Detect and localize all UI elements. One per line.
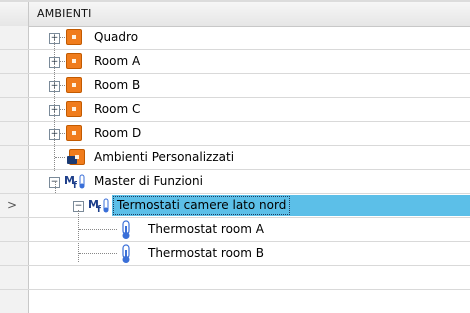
node-label[interactable]: Room C bbox=[94, 102, 140, 116]
row-header[interactable] bbox=[0, 170, 29, 193]
custom-room-icon bbox=[67, 149, 85, 165]
column-header-ambienti[interactable]: AMBIENTI bbox=[29, 2, 470, 27]
node-label[interactable]: Room A bbox=[94, 54, 140, 68]
room-icon bbox=[66, 101, 82, 117]
row-header[interactable] bbox=[0, 218, 29, 241]
grid-corner bbox=[0, 2, 29, 27]
node-label[interactable]: Master di Funzioni bbox=[94, 174, 203, 188]
thermostat-icon bbox=[122, 244, 130, 263]
row-header[interactable] bbox=[0, 74, 29, 97]
room-icon bbox=[66, 53, 82, 69]
tree-connector bbox=[55, 157, 65, 158]
row-header[interactable] bbox=[0, 242, 29, 265]
svg-text:f: f bbox=[97, 205, 101, 214]
row-pointer-icon: > bbox=[7, 198, 18, 212]
tree-row-master-di-funzioni[interactable]: − M f Master di Funzioni bbox=[0, 170, 470, 194]
tree-row-thermostat-room-b[interactable]: Thermostat room B bbox=[0, 242, 470, 266]
tree-row-quadro[interactable]: + Quadro bbox=[0, 26, 470, 50]
master-function-icon: M f bbox=[64, 174, 85, 190]
tree-connector bbox=[60, 37, 65, 38]
empty-row bbox=[0, 266, 470, 290]
tree-connector bbox=[79, 229, 117, 230]
room-icon bbox=[66, 77, 82, 93]
row-header[interactable] bbox=[0, 50, 29, 73]
tree-row-room-a[interactable]: + Room A bbox=[0, 50, 470, 74]
tree-grid: AMBIENTI + Quadro + Room A + Room B + Ro… bbox=[0, 0, 470, 313]
row-header[interactable] bbox=[0, 146, 29, 169]
node-label[interactable]: Room D bbox=[94, 126, 141, 140]
row-header bbox=[0, 266, 29, 289]
row-header[interactable] bbox=[0, 122, 29, 145]
node-label-selected[interactable]: Termostati camere lato nord bbox=[113, 196, 291, 215]
row-header[interactable]: > bbox=[0, 194, 29, 217]
column-header-label: AMBIENTI bbox=[37, 7, 92, 20]
tree-row-room-b[interactable]: + Room B bbox=[0, 74, 470, 98]
tree-connector bbox=[55, 181, 56, 193]
node-label[interactable]: Thermostat room A bbox=[148, 222, 264, 236]
tree-row-room-d[interactable]: + Room D bbox=[0, 122, 470, 146]
room-icon bbox=[66, 29, 82, 45]
thermostat-icon bbox=[122, 220, 130, 239]
tree-row-termostati-camere-lato-nord[interactable]: > − M f Termostati camere lato nord bbox=[0, 181, 470, 218]
node-label[interactable]: Thermostat room B bbox=[148, 246, 264, 260]
node-label[interactable]: Quadro bbox=[94, 30, 138, 44]
tree-connector bbox=[60, 61, 65, 62]
row-header[interactable] bbox=[0, 26, 29, 49]
node-label[interactable]: Ambienti Personalizzati bbox=[94, 150, 234, 164]
tree-connector bbox=[79, 253, 117, 254]
tree-connector bbox=[60, 133, 65, 134]
row-header bbox=[0, 290, 29, 313]
tree-connector bbox=[60, 85, 65, 86]
room-icon bbox=[66, 125, 82, 141]
tree-connector bbox=[60, 109, 65, 110]
node-label[interactable]: Room B bbox=[94, 78, 140, 92]
tree-row-room-c[interactable]: + Room C bbox=[0, 98, 470, 122]
master-function-icon: M f bbox=[88, 198, 109, 214]
tree-row-thermostat-room-a[interactable]: Thermostat room A bbox=[0, 218, 470, 242]
empty-row bbox=[0, 290, 470, 313]
svg-text:f: f bbox=[73, 181, 77, 190]
tree-row-ambienti-personalizzati[interactable]: Ambienti Personalizzati bbox=[0, 146, 470, 170]
row-header[interactable] bbox=[0, 98, 29, 121]
